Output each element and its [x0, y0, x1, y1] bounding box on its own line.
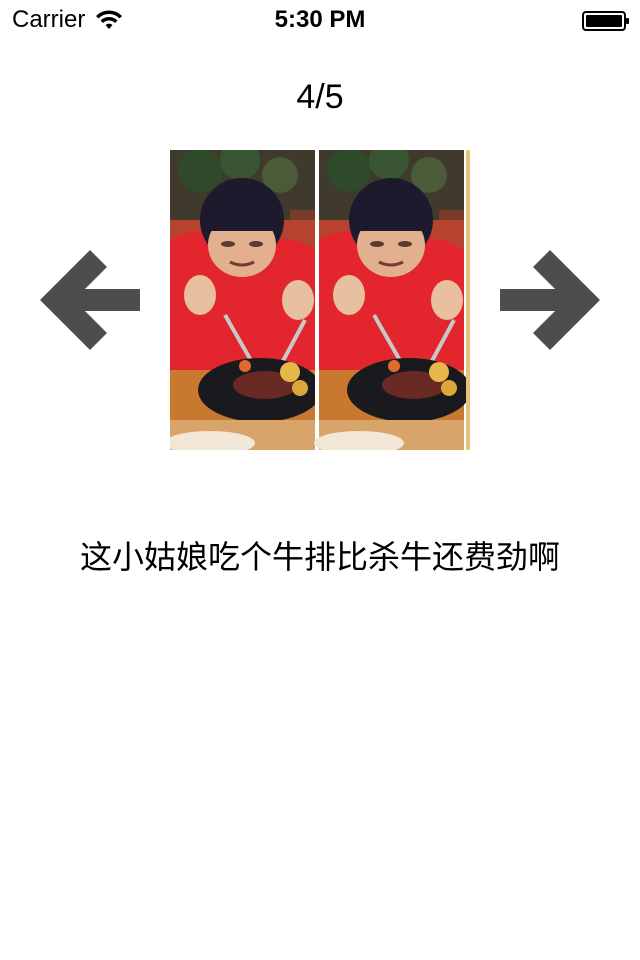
status-bar: Carrier 5:30 PM	[0, 0, 640, 40]
arrow-left-icon[interactable]	[38, 248, 142, 352]
photo-caption: 这小姑娘吃个牛排比杀牛还费劲啊	[79, 538, 560, 576]
battery-icon	[582, 11, 629, 31]
arrow-right-icon[interactable]	[498, 248, 602, 352]
status-time: 5:30 PM	[274, 6, 366, 33]
photo-frame	[170, 150, 470, 450]
photo-image	[170, 150, 470, 450]
page-counter: 4/5	[296, 78, 344, 116]
